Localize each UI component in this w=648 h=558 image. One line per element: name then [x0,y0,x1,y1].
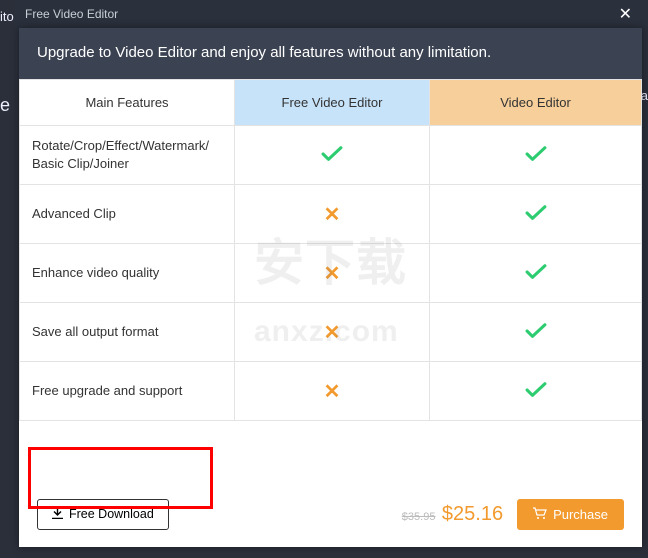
table-row: Advanced Clip ✕ [20,185,642,244]
dialog-heading: Upgrade to Video Editor and enjoy all fe… [19,28,642,79]
cross-icon: ✕ [324,320,341,345]
download-icon [52,507,63,522]
table-row: Save all output format ✕ [20,303,642,362]
check-icon [525,264,547,280]
free-download-button[interactable]: Free Download [37,499,169,530]
purchase-button[interactable]: Purchase [517,499,624,530]
paid-cell [430,362,642,421]
feature-label: Rotate/Crop/Effect/Watermark/Basic Clip/… [20,126,235,185]
free-download-label: Free Download [69,507,154,521]
feature-label: Free upgrade and support [20,362,235,421]
paid-cell [430,303,642,362]
paid-cell [430,244,642,303]
close-icon[interactable]: ✕ [613,0,638,28]
cross-icon: ✕ [324,202,341,227]
price-new: $25.16 [442,503,503,525]
feature-label: Save all output format [20,303,235,362]
price-old: $35.95 [402,511,436,523]
app-title: Free Video Editor [25,7,118,21]
col-header-paid: Video Editor [430,80,642,126]
free-cell [235,126,430,185]
col-header-free: Free Video Editor [235,80,430,126]
paid-cell [430,185,642,244]
table-row: Free upgrade and support ✕ [20,362,642,421]
feature-table: Main Features Free Video Editor Video Ed… [19,79,642,421]
free-cell: ✕ [235,303,430,362]
cart-icon [533,507,547,522]
upgrade-dialog: Upgrade to Video Editor and enjoy all fe… [19,28,642,547]
check-icon [525,146,547,162]
col-header-main: Main Features [20,80,235,126]
bg-text: ito [0,9,14,24]
cross-icon: ✕ [324,379,341,404]
purchase-label: Purchase [553,507,608,522]
free-cell: ✕ [235,185,430,244]
table-row: Rotate/Crop/Effect/Watermark/Basic Clip/… [20,126,642,185]
check-icon [525,323,547,339]
bg-text: e [0,95,10,116]
feature-label: Enhance video quality [20,244,235,303]
free-cell: ✕ [235,244,430,303]
check-icon [321,146,343,162]
paid-cell [430,126,642,185]
dialog-footer: Free Download $35.95 $25.16 Purchase [19,481,642,547]
free-cell: ✕ [235,362,430,421]
titlebar: Free Video Editor ✕ [0,0,648,28]
cross-icon: ✕ [324,261,341,286]
table-row: Enhance video quality ✕ [20,244,642,303]
feature-label: Advanced Clip [20,185,235,244]
check-icon [525,205,547,221]
check-icon [525,382,547,398]
